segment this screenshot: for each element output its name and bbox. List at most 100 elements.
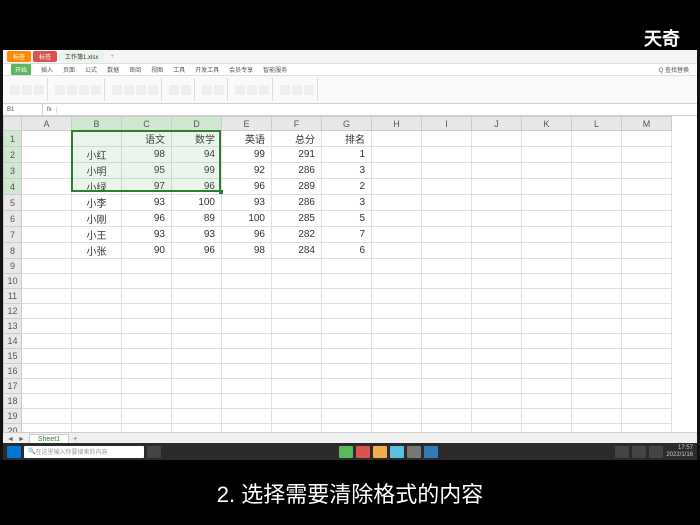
cell[interactable]: 92 bbox=[222, 163, 272, 179]
start-button[interactable] bbox=[7, 446, 21, 458]
cell[interactable]: 3 bbox=[322, 163, 372, 179]
row-header[interactable]: 12 bbox=[4, 304, 22, 319]
cell[interactable]: 2 bbox=[322, 179, 372, 195]
row-header[interactable]: 11 bbox=[4, 289, 22, 304]
menu-file[interactable]: 开始 bbox=[11, 64, 31, 75]
col-header-c[interactable]: C bbox=[122, 117, 172, 131]
cell[interactable]: 93 bbox=[172, 227, 222, 243]
cell[interactable]: 小王 bbox=[72, 227, 122, 243]
taskbar-app-icon[interactable] bbox=[407, 446, 421, 458]
sum-button[interactable] bbox=[235, 85, 245, 95]
col-header-d[interactable]: D bbox=[172, 117, 222, 131]
row-header[interactable]: 1 bbox=[4, 131, 22, 147]
menu-data[interactable]: 数据 bbox=[107, 65, 119, 74]
row-header[interactable]: 6 bbox=[4, 211, 22, 227]
cell[interactable]: 数学 bbox=[172, 131, 222, 147]
worksheet-button[interactable] bbox=[292, 85, 302, 95]
cell[interactable]: 98 bbox=[122, 147, 172, 163]
bold-button[interactable] bbox=[67, 85, 77, 95]
cell[interactable]: 96 bbox=[222, 179, 272, 195]
cell[interactable]: 95 bbox=[122, 163, 172, 179]
menu-page[interactable]: 页面 bbox=[63, 65, 75, 74]
tray-icon[interactable] bbox=[649, 446, 663, 458]
app-tab-1[interactable]: 标签 bbox=[7, 51, 31, 62]
row-header[interactable]: 5 bbox=[4, 195, 22, 211]
number-format-button[interactable] bbox=[169, 85, 179, 95]
cell[interactable]: 93 bbox=[222, 195, 272, 211]
cell[interactable]: 99 bbox=[222, 147, 272, 163]
menu-review[interactable]: 审阅 bbox=[129, 65, 141, 74]
tray-icon[interactable] bbox=[632, 446, 646, 458]
cell[interactable]: 小明 bbox=[72, 163, 122, 179]
paste-button[interactable] bbox=[10, 85, 20, 95]
col-header-b[interactable]: B bbox=[72, 117, 122, 131]
cell[interactable]: 小李 bbox=[72, 195, 122, 211]
menu-insert[interactable]: 插入 bbox=[41, 65, 53, 74]
taskbar-app-icon[interactable] bbox=[356, 446, 370, 458]
menu-dev[interactable]: 开发工具 bbox=[195, 65, 219, 74]
align-center-button[interactable] bbox=[124, 85, 134, 95]
cell[interactable]: 排名 bbox=[322, 131, 372, 147]
menu-tools[interactable]: 工具 bbox=[173, 65, 185, 74]
taskbar-app-icon[interactable] bbox=[373, 446, 387, 458]
cell[interactable]: 英语 bbox=[222, 131, 272, 147]
spreadsheet-grid[interactable]: A B C D E F G H I J K L M 1语文数学英语总分排名 2小… bbox=[3, 116, 697, 432]
row-header[interactable]: 20 bbox=[4, 424, 22, 433]
row-header[interactable]: 9 bbox=[4, 259, 22, 274]
cell[interactable]: 语文 bbox=[122, 131, 172, 147]
cell[interactable]: 7 bbox=[322, 227, 372, 243]
taskbar-search[interactable]: 🔍 在这里输入你要搜索的内容 bbox=[24, 446, 144, 458]
col-header-i[interactable]: I bbox=[422, 117, 472, 131]
align-right-button[interactable] bbox=[136, 85, 146, 95]
cell[interactable]: 小绿 bbox=[72, 179, 122, 195]
taskbar-clock[interactable]: 17:572022/1/16 bbox=[666, 445, 693, 459]
menu-ai[interactable]: 智能服务 bbox=[263, 65, 287, 74]
percent-button[interactable] bbox=[181, 85, 191, 95]
sheet-nav-next-icon[interactable]: ► bbox=[18, 436, 25, 443]
italic-button[interactable] bbox=[79, 85, 89, 95]
sort-button[interactable] bbox=[247, 85, 257, 95]
cell[interactable]: 小张 bbox=[72, 243, 122, 259]
select-all-corner[interactable] bbox=[4, 117, 22, 131]
cell[interactable]: 100 bbox=[172, 195, 222, 211]
search-hint[interactable]: Q 查找替换 bbox=[659, 65, 689, 74]
cell[interactable]: 93 bbox=[122, 195, 172, 211]
freeze-button[interactable] bbox=[304, 85, 314, 95]
copy-button[interactable] bbox=[34, 85, 44, 95]
new-tab-button[interactable]: + bbox=[106, 54, 118, 60]
cell[interactable]: 286 bbox=[272, 195, 322, 211]
cell[interactable]: 94 bbox=[172, 147, 222, 163]
row-header[interactable]: 2 bbox=[4, 147, 22, 163]
cell[interactable]: 97 bbox=[122, 179, 172, 195]
taskbar-app-icon[interactable] bbox=[424, 446, 438, 458]
cell[interactable]: 89 bbox=[172, 211, 222, 227]
cell[interactable]: 93 bbox=[122, 227, 172, 243]
col-header-f[interactable]: F bbox=[272, 117, 322, 131]
col-header-m[interactable]: M bbox=[622, 117, 672, 131]
cell[interactable]: 3 bbox=[322, 195, 372, 211]
cell[interactable]: 6 bbox=[322, 243, 372, 259]
font-button[interactable] bbox=[55, 85, 65, 95]
cell[interactable]: 285 bbox=[272, 211, 322, 227]
cell[interactable]: 96 bbox=[122, 211, 172, 227]
add-sheet-button[interactable]: + bbox=[73, 436, 77, 443]
cell[interactable]: 100 bbox=[222, 211, 272, 227]
row-header[interactable]: 3 bbox=[4, 163, 22, 179]
col-header-j[interactable]: J bbox=[472, 117, 522, 131]
col-header-e[interactable]: E bbox=[222, 117, 272, 131]
cell[interactable]: 99 bbox=[172, 163, 222, 179]
row-header[interactable]: 8 bbox=[4, 243, 22, 259]
cut-button[interactable] bbox=[22, 85, 32, 95]
cell[interactable]: 小红 bbox=[72, 147, 122, 163]
cell[interactable]: 小刚 bbox=[72, 211, 122, 227]
cell[interactable]: 5 bbox=[322, 211, 372, 227]
menu-formula[interactable]: 公式 bbox=[85, 65, 97, 74]
align-left-button[interactable] bbox=[112, 85, 122, 95]
col-header-h[interactable]: H bbox=[372, 117, 422, 131]
cell[interactable]: 96 bbox=[172, 243, 222, 259]
underline-button[interactable] bbox=[91, 85, 101, 95]
cell[interactable]: 282 bbox=[272, 227, 322, 243]
task-view-button[interactable] bbox=[147, 446, 161, 458]
row-header[interactable]: 10 bbox=[4, 274, 22, 289]
row-header[interactable]: 13 bbox=[4, 319, 22, 334]
